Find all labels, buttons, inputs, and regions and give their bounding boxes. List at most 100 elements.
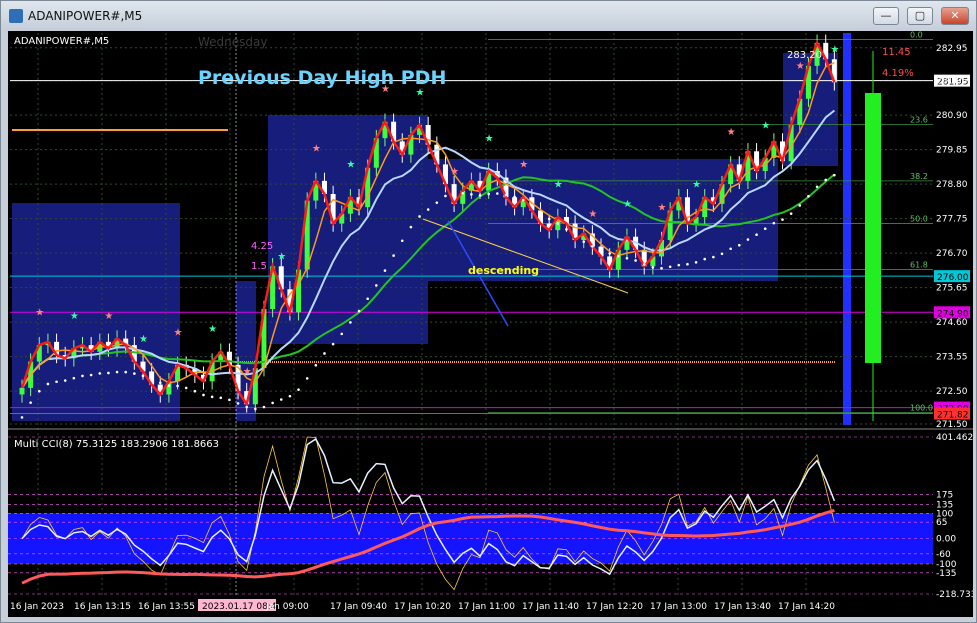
sar-dot-3 <box>46 382 50 386</box>
time-tick-10: 17 Jan 13:00 <box>650 602 707 612</box>
sar-dot-22 <box>210 395 214 399</box>
sar-dot-14 <box>141 374 145 378</box>
window-titlebar: ADANIPOWER#,M5 — ▢ ✕ <box>1 1 976 31</box>
price-tick-0: 282.95 <box>936 44 968 54</box>
sar-dot-4 <box>55 380 58 384</box>
time-tick-9: 17 Jan 12:20 <box>586 602 643 612</box>
signal-star-34: ★ <box>312 143 321 154</box>
cci-tick-5: 0.00 <box>936 535 956 545</box>
chart-area[interactable]: 281.95276.00274.90272.00271.820.023.638.… <box>8 31 976 617</box>
signal-star-94: ★ <box>830 45 839 56</box>
sar-dot-17 <box>167 384 171 387</box>
level-tag-4: 271.82 <box>937 410 969 420</box>
sar-dot-10 <box>107 371 110 375</box>
sar-dot-41 <box>375 284 378 287</box>
sar-dot-80 <box>712 255 715 259</box>
sar-dot-29 <box>271 401 274 405</box>
signal-star-86: ★ <box>761 120 770 131</box>
sar-dot-63 <box>565 228 568 231</box>
symbol-label: ADANIPOWER#,M5 <box>14 36 109 47</box>
price-tick-5: 277.75 <box>936 215 968 225</box>
sar-dot-32 <box>297 388 300 391</box>
chart-title: Previous Day High PDH <box>198 67 446 89</box>
sar-dot-11 <box>115 370 119 374</box>
cci-tick-4: 65 <box>936 518 947 528</box>
fib-label-4: 61.8 <box>910 261 928 270</box>
time-tick-1: 16 Jan 13:15 <box>74 602 131 612</box>
time-tick-2: 16 Jan 13:55 <box>138 602 195 612</box>
signal-star-58: ★ <box>519 160 528 171</box>
sar-dot-67 <box>599 248 603 252</box>
sar-dot-26 <box>245 405 248 409</box>
right-annotation-1: 11.45 <box>882 47 911 58</box>
signal-star-18: ★ <box>174 327 183 338</box>
sar-dot-1 <box>29 401 32 404</box>
sar-dot-81 <box>720 252 724 256</box>
time-tick-6: 17 Jan 10:20 <box>394 602 451 612</box>
sar-dot-9 <box>98 372 102 375</box>
sar-dot-8 <box>89 373 93 377</box>
maximize-button[interactable]: ▢ <box>907 7 933 25</box>
sar-dot-31 <box>288 394 292 398</box>
sar-dot-88 <box>781 218 784 221</box>
sar-dot-46 <box>418 215 421 218</box>
cci-tick-9: -218.733 <box>936 590 973 600</box>
signal-star-90: ★ <box>796 61 805 72</box>
time-tick-11: 17 Jan 13:40 <box>714 602 771 612</box>
terminal-window: ADANIPOWER#,M5 — ▢ ✕ 281.95 276.00 274.90 2… <box>0 0 977 623</box>
price-tick-9: 273.55 <box>936 353 968 363</box>
sar-dot-84 <box>746 238 750 241</box>
signal-star-6: ★ <box>70 311 79 322</box>
chart-canvas[interactable]: 281.95276.00274.90272.00271.820.023.638.… <box>8 31 976 617</box>
sar-dot-50 <box>452 191 456 195</box>
sar-dot-25 <box>236 402 240 405</box>
sar-dot-37 <box>340 332 344 336</box>
fib-label-2: 38.2 <box>910 172 928 181</box>
signal-star-70: ★ <box>623 199 632 210</box>
sar-dot-35 <box>323 352 326 355</box>
sar-dot-2 <box>37 389 41 393</box>
sar-dot-92 <box>815 185 819 189</box>
price-tick-6: 276.70 <box>936 249 968 259</box>
sar-dot-61 <box>547 217 551 221</box>
sar-dot-78 <box>694 261 698 264</box>
price-tick-1: 281.95 <box>936 77 968 87</box>
level-tag-1: 276.00 <box>937 273 969 283</box>
sar-dot-12 <box>124 370 128 374</box>
signal-star-62: ★ <box>554 179 563 190</box>
sar-dot-38 <box>349 321 352 324</box>
sar-dot-20 <box>193 389 197 393</box>
signal-star-30: ★ <box>277 252 286 263</box>
signal-star-14: ★ <box>139 334 148 345</box>
sar-dot-77 <box>686 262 689 266</box>
sar-dot-23 <box>219 396 223 400</box>
sar-dot-13 <box>133 372 136 375</box>
sar-dot-76 <box>677 263 681 267</box>
sar-dot-36 <box>331 342 335 346</box>
sar-dot-48 <box>435 201 439 204</box>
sar-dot-72 <box>642 263 646 266</box>
sar-dot-82 <box>729 247 732 251</box>
sar-dot-68 <box>608 252 611 255</box>
fib-label-3: 50.0 <box>910 215 928 224</box>
time-tick-12: 17 Jan 14:20 <box>778 602 835 612</box>
high-box-label: 283.20 <box>787 50 822 61</box>
sar-dot-34 <box>314 363 318 367</box>
fib-label-5: 100.0 <box>910 404 933 413</box>
sar-dot-21 <box>202 393 205 397</box>
sar-dot-24 <box>228 398 231 402</box>
cci-tick-1: 175 <box>936 490 953 500</box>
sar-dot-45 <box>409 225 413 229</box>
sar-dot-52 <box>470 193 473 196</box>
signal-star-46: ★ <box>416 87 425 98</box>
close-button[interactable]: ✕ <box>941 7 969 25</box>
signal-star-38: ★ <box>346 160 355 171</box>
day-label: Wednesday <box>198 35 267 49</box>
minimize-button[interactable]: — <box>873 7 899 25</box>
sar-dot-56 <box>504 193 508 197</box>
current-bar-marker <box>843 33 851 425</box>
sar-dot-62 <box>556 222 560 225</box>
cci-label: Multi CCI(8) 75.3125 183.2906 181.8663 <box>14 439 219 450</box>
sar-dot-55 <box>496 192 499 195</box>
signal-star-10: ★ <box>104 311 113 322</box>
